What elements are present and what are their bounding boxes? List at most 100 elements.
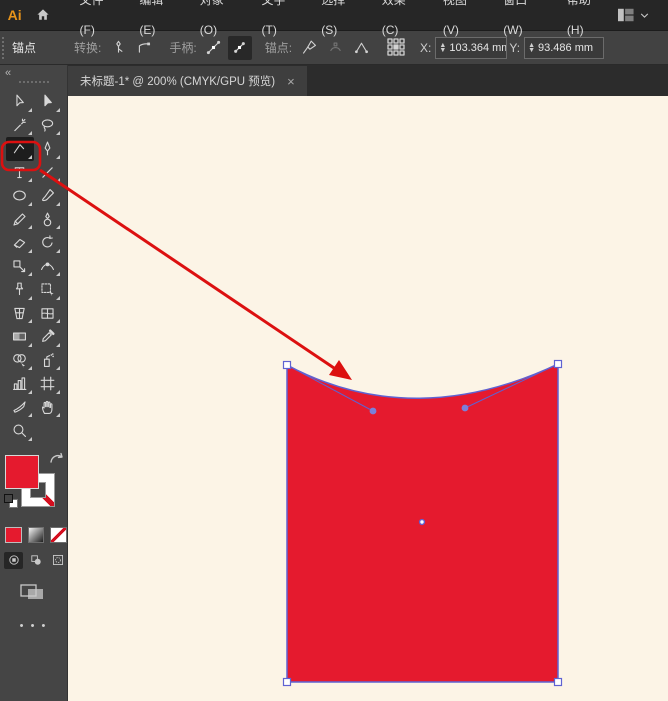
workspace-layout-icon bbox=[617, 7, 635, 23]
ref-grid-icon bbox=[386, 37, 406, 57]
tools-panel: « bbox=[0, 65, 68, 701]
width-tool[interactable] bbox=[34, 255, 62, 279]
pen-tool[interactable] bbox=[34, 137, 62, 161]
eyedropper-tool[interactable] bbox=[34, 325, 62, 349]
gradient-icon bbox=[11, 328, 28, 345]
column-graph-tool[interactable] bbox=[6, 372, 34, 396]
symbol-sprayer-tool[interactable] bbox=[34, 349, 62, 373]
pencil-tool[interactable] bbox=[6, 208, 34, 232]
perspective-grid-tool[interactable] bbox=[6, 302, 34, 326]
rotate-icon bbox=[39, 234, 56, 251]
x-stepper[interactable]: ▲▼ bbox=[436, 43, 449, 53]
eraser-icon bbox=[11, 234, 28, 251]
remove-anchor-button[interactable] bbox=[323, 36, 347, 60]
close-tab-icon[interactable]: × bbox=[287, 75, 295, 88]
default-fill-stroke-icon[interactable] bbox=[4, 494, 18, 508]
gradient-tool[interactable] bbox=[6, 325, 34, 349]
flyout-triangle bbox=[28, 413, 32, 417]
center-point bbox=[420, 520, 425, 525]
rotate-tool[interactable] bbox=[34, 231, 62, 255]
none-button[interactable] bbox=[50, 527, 67, 543]
color-button[interactable] bbox=[5, 527, 22, 543]
color-type-buttons bbox=[0, 527, 67, 543]
anchor-point-tool[interactable] bbox=[6, 137, 34, 161]
tool-grid bbox=[0, 90, 67, 443]
drawing-mode-buttons bbox=[0, 552, 67, 569]
shape-builder-icon bbox=[11, 352, 28, 369]
anchor-point[interactable] bbox=[555, 679, 562, 686]
flyout-triangle bbox=[56, 366, 60, 370]
handle-dot[interactable] bbox=[462, 405, 469, 412]
puppet-warp-tool[interactable] bbox=[6, 278, 34, 302]
line-icon bbox=[39, 164, 56, 181]
draw-behind-button[interactable] bbox=[26, 552, 45, 569]
line-segment-tool[interactable] bbox=[34, 161, 62, 185]
anchor-point[interactable] bbox=[284, 362, 291, 369]
flyout-triangle bbox=[28, 108, 32, 112]
flyout-triangle bbox=[28, 178, 32, 182]
show-handles-button[interactable] bbox=[202, 36, 226, 60]
flyout-triangle bbox=[56, 178, 60, 182]
x-coordinate-field[interactable]: ▲▼ 103.364 mm bbox=[435, 37, 507, 59]
lasso-tool[interactable] bbox=[34, 114, 62, 138]
handle-dot[interactable] bbox=[370, 408, 377, 415]
handles-single-icon bbox=[231, 39, 248, 56]
type-tool[interactable] bbox=[6, 161, 34, 185]
gradient-button[interactable] bbox=[28, 527, 45, 543]
hand-tool[interactable] bbox=[34, 396, 62, 420]
magic-wand-icon bbox=[11, 117, 28, 134]
corner-handles-button[interactable] bbox=[349, 36, 373, 60]
convert-to-corner-button[interactable] bbox=[106, 36, 130, 60]
fill-swatch[interactable] bbox=[5, 455, 39, 489]
artboard-tool[interactable] bbox=[34, 372, 62, 396]
illustrator-logo: Ai bbox=[0, 7, 29, 23]
puppet-pin-icon bbox=[11, 281, 28, 298]
convert-corner-icon bbox=[110, 39, 127, 56]
slice-tool[interactable] bbox=[6, 396, 34, 420]
group-label: 锚点: bbox=[265, 39, 292, 56]
direct-selection-tool[interactable] bbox=[6, 90, 34, 114]
draw-normal-button[interactable] bbox=[4, 552, 23, 569]
flyout-triangle bbox=[56, 202, 60, 206]
draw-inside-button[interactable] bbox=[48, 552, 67, 569]
anchor-point[interactable] bbox=[555, 361, 562, 368]
reference-point-locator[interactable] bbox=[386, 37, 408, 59]
fill-stroke-controls bbox=[0, 449, 67, 523]
convert-to-smooth-button[interactable] bbox=[132, 36, 156, 60]
selection-tool[interactable] bbox=[34, 90, 62, 114]
edit-toolbar-button[interactable]: • • • bbox=[20, 620, 48, 632]
flyout-triangle bbox=[28, 437, 32, 441]
zoom-tool[interactable] bbox=[6, 419, 34, 443]
cut-path-button[interactable] bbox=[297, 36, 321, 60]
hand-icon bbox=[39, 399, 56, 416]
magic-wand-tool[interactable] bbox=[6, 114, 34, 138]
handles-multi-icon bbox=[205, 39, 222, 56]
scale-tool[interactable] bbox=[6, 255, 34, 279]
panel-drag-handle[interactable] bbox=[19, 81, 49, 84]
document-tab[interactable]: 未标题-1* @ 200% (CMYK/GPU 预览) × bbox=[68, 66, 307, 96]
y-stepper[interactable]: ▲▼ bbox=[525, 43, 538, 53]
swap-fill-stroke-icon[interactable] bbox=[49, 452, 64, 466]
flyout-triangle bbox=[56, 249, 60, 253]
slice-icon bbox=[11, 399, 28, 416]
paintbrush-tool[interactable] bbox=[34, 184, 62, 208]
flyout-triangle bbox=[56, 319, 60, 323]
canvas[interactable] bbox=[68, 96, 668, 701]
eraser-tool[interactable] bbox=[6, 231, 34, 255]
panel-grabber[interactable] bbox=[2, 37, 6, 59]
blob-brush-tool[interactable] bbox=[34, 208, 62, 232]
free-transform-tool[interactable] bbox=[34, 278, 62, 302]
shape-builder-tool[interactable] bbox=[6, 349, 34, 373]
mesh-tool[interactable] bbox=[34, 302, 62, 326]
anchor-point[interactable] bbox=[284, 679, 291, 686]
flyout-triangle bbox=[28, 155, 32, 159]
collapse-panel-icon[interactable]: « bbox=[0, 65, 67, 80]
flyout-triangle bbox=[28, 225, 32, 229]
hide-handles-button[interactable] bbox=[228, 36, 252, 60]
home-icon[interactable] bbox=[29, 7, 56, 23]
y-label: Y: bbox=[509, 41, 520, 55]
change-screen-mode-icon[interactable] bbox=[19, 583, 49, 606]
workspace-switcher[interactable] bbox=[617, 7, 650, 23]
ellipse-tool[interactable] bbox=[6, 184, 34, 208]
y-coordinate-field[interactable]: ▲▼ 93.486 mm bbox=[524, 37, 604, 59]
